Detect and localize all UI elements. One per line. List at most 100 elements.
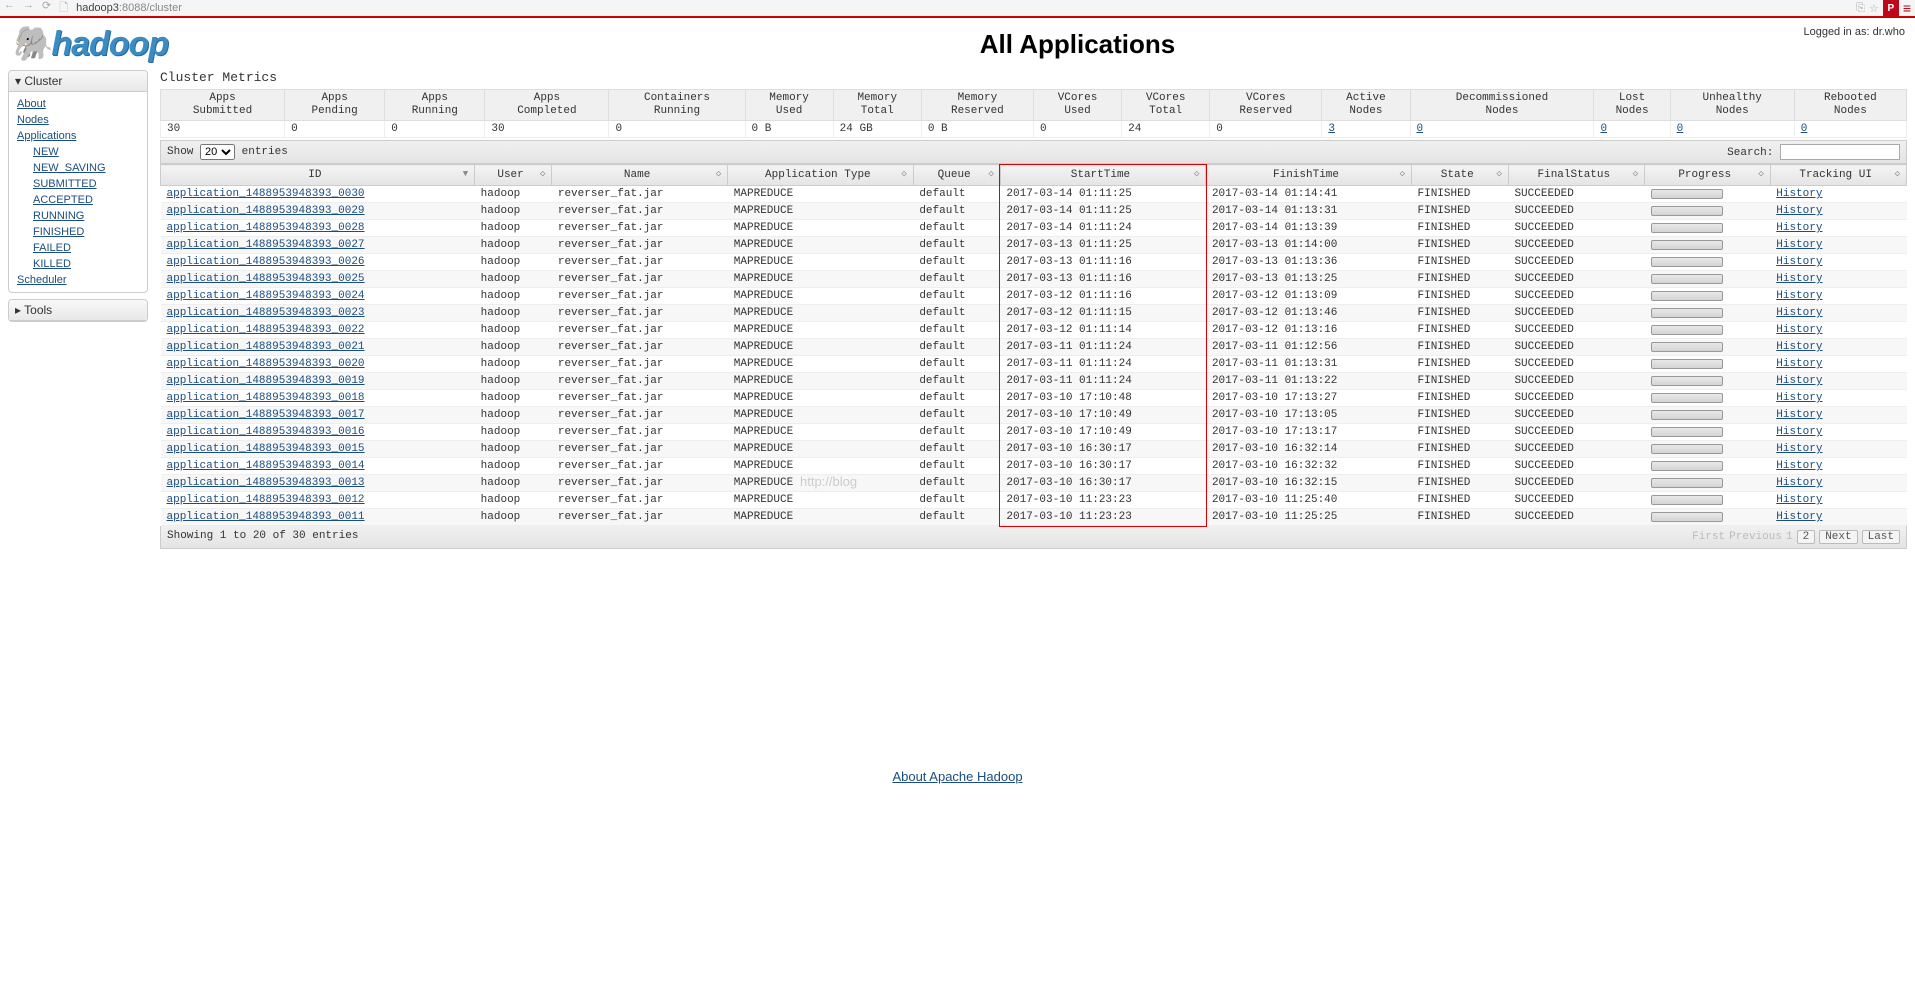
metrics-header: AppsCompleted (485, 90, 609, 121)
app-id-link[interactable]: application_1488953948393_0027 (167, 239, 365, 251)
page-next[interactable]: Next (1819, 530, 1857, 544)
app-id-link[interactable]: application_1488953948393_0028 (167, 222, 365, 234)
app-id-link[interactable]: application_1488953948393_0024 (167, 290, 365, 302)
app-id-link[interactable]: application_1488953948393_0026 (167, 256, 365, 268)
search-input[interactable] (1780, 144, 1900, 160)
app-id-link[interactable]: application_1488953948393_0021 (167, 341, 365, 353)
app-id-link[interactable]: application_1488953948393_0016 (167, 426, 365, 438)
cell (1645, 305, 1771, 322)
pinterest-icon[interactable]: P (1883, 0, 1899, 16)
cell: application_1488953948393_0027 (161, 237, 475, 254)
apps-header-finishtime[interactable]: FinishTime◇ (1206, 165, 1412, 186)
app-id-link[interactable]: application_1488953948393_0013 (167, 477, 365, 489)
tracking-link[interactable]: History (1776, 341, 1822, 353)
page-prev[interactable]: Previous (1729, 531, 1782, 543)
table-row: application_1488953948393_0014hadoopreve… (161, 458, 1907, 475)
entries-select[interactable]: 20 (200, 144, 235, 160)
app-id-link[interactable]: application_1488953948393_0020 (167, 358, 365, 370)
tracking-link[interactable]: History (1776, 273, 1822, 285)
cell: FINISHED (1412, 492, 1509, 509)
sidebar-link-about[interactable]: About (17, 96, 139, 112)
app-id-link[interactable]: application_1488953948393_0022 (167, 324, 365, 336)
translate-icon[interactable]: ⎘ (1856, 2, 1865, 15)
sidebar-app-state-submitted[interactable]: SUBMITTED (33, 176, 139, 192)
tracking-link[interactable]: History (1776, 222, 1822, 234)
url-display[interactable]: hadoop3:8088/cluster (76, 2, 1856, 14)
sidebar-link-scheduler[interactable]: Scheduler (17, 272, 139, 288)
cell: application_1488953948393_0020 (161, 356, 475, 373)
metrics-link[interactable]: 0 (1417, 123, 1424, 135)
metrics-link[interactable]: 3 (1328, 123, 1335, 135)
app-id-link[interactable]: application_1488953948393_0019 (167, 375, 365, 387)
sidebar-app-state-killed[interactable]: KILLED (33, 256, 139, 272)
tracking-link[interactable]: History (1776, 392, 1822, 404)
app-id-link[interactable]: application_1488953948393_0015 (167, 443, 365, 455)
tracking-link[interactable]: History (1776, 426, 1822, 438)
page-first[interactable]: First (1692, 531, 1725, 543)
forward-icon[interactable]: → (23, 0, 34, 18)
tracking-link[interactable]: History (1776, 494, 1822, 506)
metrics-value: 24 GB (833, 121, 921, 138)
tracking-link[interactable]: History (1776, 409, 1822, 421)
app-id-link[interactable]: application_1488953948393_0017 (167, 409, 365, 421)
apps-header-finalstatus[interactable]: FinalStatus◇ (1508, 165, 1644, 186)
tracking-link[interactable]: History (1776, 443, 1822, 455)
sidebar-app-state-new[interactable]: NEW (33, 144, 139, 160)
cell: History (1770, 288, 1906, 305)
cell: application_1488953948393_0028 (161, 220, 475, 237)
sidebar-app-state-running[interactable]: RUNNING (33, 208, 139, 224)
tracking-link[interactable]: History (1776, 290, 1822, 302)
metrics-link[interactable]: 0 (1600, 123, 1607, 135)
hamburger-icon[interactable]: ≡ (1903, 0, 1911, 16)
about-hadoop-link[interactable]: About Apache Hadoop (892, 769, 1022, 784)
apps-header-starttime[interactable]: StartTime◇ (1000, 165, 1206, 186)
tracking-link[interactable]: History (1776, 307, 1822, 319)
app-id-link[interactable]: application_1488953948393_0011 (167, 511, 365, 523)
sidebar-app-state-accepted[interactable]: ACCEPTED (33, 192, 139, 208)
tracking-link[interactable]: History (1776, 358, 1822, 370)
apps-header-state[interactable]: State◇ (1412, 165, 1509, 186)
app-id-link[interactable]: application_1488953948393_0014 (167, 460, 365, 472)
tracking-link[interactable]: History (1776, 324, 1822, 336)
apps-header-name[interactable]: Name◇ (552, 165, 728, 186)
app-id-link[interactable]: application_1488953948393_0012 (167, 494, 365, 506)
apps-header-user[interactable]: User◇ (475, 165, 552, 186)
apps-header-progress[interactable]: Progress◇ (1645, 165, 1771, 186)
tracking-link[interactable]: History (1776, 511, 1822, 523)
apps-header-queue[interactable]: Queue◇ (913, 165, 1000, 186)
sidebar-cluster-header[interactable]: ▾ Cluster (9, 71, 147, 92)
tracking-link[interactable]: History (1776, 256, 1822, 268)
apps-header-tracking-ui[interactable]: Tracking UI◇ (1770, 165, 1906, 186)
metrics-link[interactable]: 0 (1677, 123, 1684, 135)
sidebar-link-applications[interactable]: Applications (17, 128, 139, 144)
app-id-link[interactable]: application_1488953948393_0025 (167, 273, 365, 285)
apps-header-application-type[interactable]: Application Type◇ (728, 165, 914, 186)
sidebar-app-state-finished[interactable]: FINISHED (33, 224, 139, 240)
cell: reverser_fat.jar (552, 407, 728, 424)
tracking-link[interactable]: History (1776, 239, 1822, 251)
tracking-link[interactable]: History (1776, 375, 1822, 387)
cell: 2017-03-11 01:11:24 (1000, 373, 1206, 390)
sidebar-tools-header[interactable]: ▸ Tools (9, 300, 147, 321)
app-id-link[interactable]: application_1488953948393_0030 (167, 188, 365, 200)
page-1[interactable]: 1 (1786, 531, 1793, 543)
page-last[interactable]: Last (1862, 530, 1900, 544)
cell: default (913, 220, 1000, 237)
app-id-link[interactable]: application_1488953948393_0029 (167, 205, 365, 217)
tracking-link[interactable]: History (1776, 477, 1822, 489)
star-icon[interactable]: ☆ (1869, 2, 1879, 15)
sidebar-link-nodes[interactable]: Nodes (17, 112, 139, 128)
sidebar-app-state-new_saving[interactable]: NEW_SAVING (33, 160, 139, 176)
cell: application_1488953948393_0017 (161, 407, 475, 424)
tracking-link[interactable]: History (1776, 460, 1822, 472)
page-2[interactable]: 2 (1797, 530, 1816, 544)
sidebar-app-state-failed[interactable]: FAILED (33, 240, 139, 256)
metrics-link[interactable]: 0 (1801, 123, 1808, 135)
app-id-link[interactable]: application_1488953948393_0018 (167, 392, 365, 404)
tracking-link[interactable]: History (1776, 188, 1822, 200)
tracking-link[interactable]: History (1776, 205, 1822, 217)
back-icon[interactable]: ← (4, 0, 15, 18)
reload-icon[interactable]: ⟳ (42, 0, 51, 18)
app-id-link[interactable]: application_1488953948393_0023 (167, 307, 365, 319)
apps-header-id[interactable]: ID▼ (161, 165, 475, 186)
